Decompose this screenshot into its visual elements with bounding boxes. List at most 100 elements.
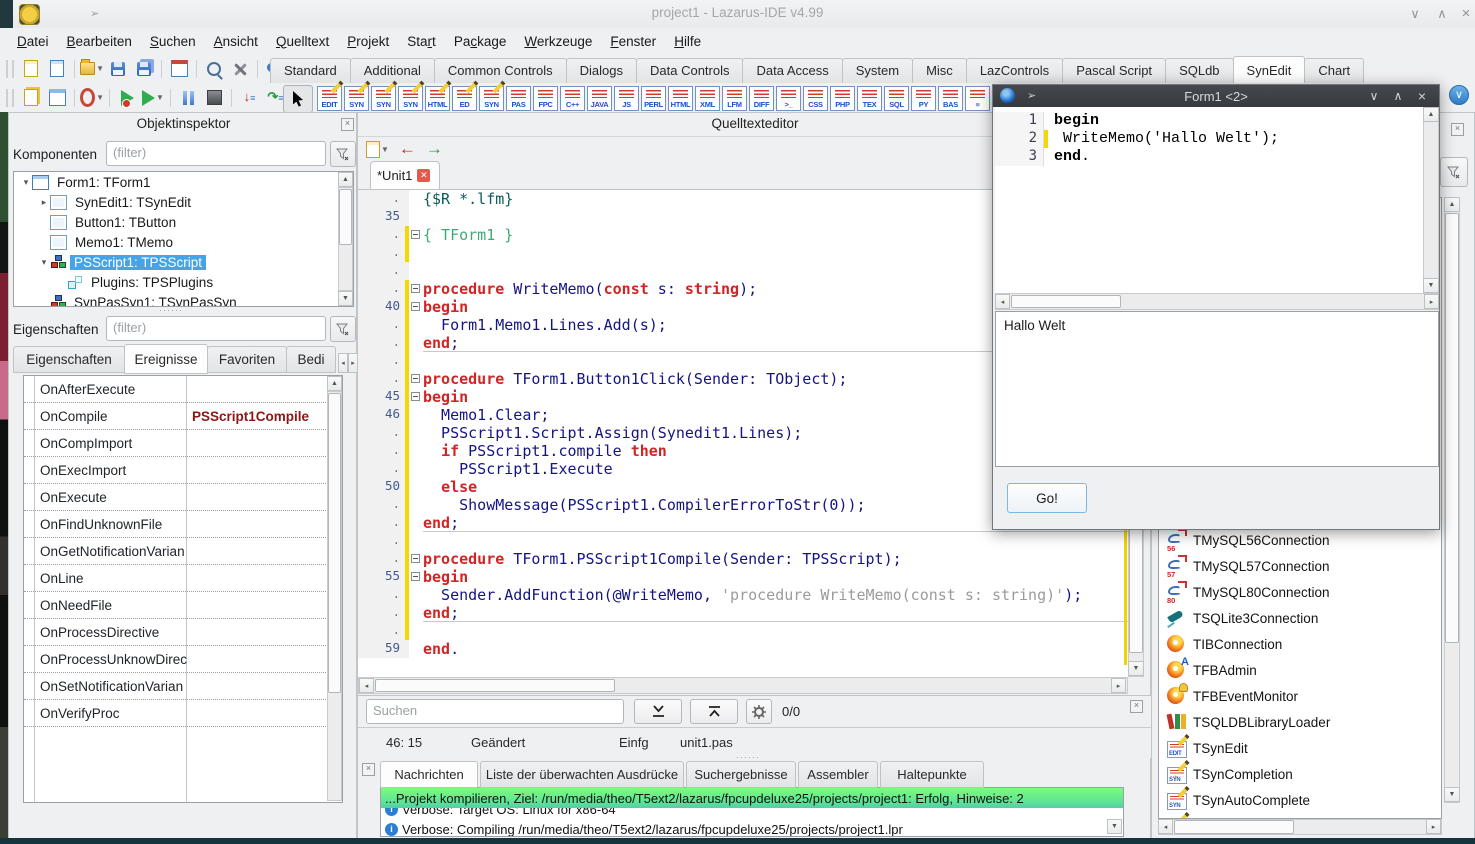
fold-column[interactable] <box>409 298 423 316</box>
tabs-scroll-left-icon[interactable]: ◂ <box>338 353 348 373</box>
fold-column[interactable] <box>409 532 423 550</box>
show-units-icon[interactable] <box>19 86 43 110</box>
event-row-onafterexecute[interactable]: OnAfterExecute <box>24 376 342 403</box>
pause-icon[interactable] <box>176 86 200 110</box>
form1-synedit[interactable]: 1begin2 WriteMemo('Hallo Welt');3end. <box>995 107 1423 293</box>
event-row-onfindunknownfile[interactable]: OnFindUnknownFile <box>24 511 342 538</box>
syn-component-button[interactable]: SYN <box>344 86 369 111</box>
fold-column[interactable] <box>409 262 423 280</box>
form1-ed-scroll-down-icon[interactable]: ▼ <box>1423 278 1439 293</box>
tree-expand-icon[interactable]: ▸ <box>38 197 50 208</box>
minimize-button[interactable]: ∨ <box>1405 4 1425 24</box>
fold-column[interactable] <box>409 442 423 460</box>
menu-werkzeuge[interactable]: Werkzeuge <box>515 32 601 51</box>
fold-column[interactable] <box>409 352 423 370</box>
highlighter-button-sql[interactable]: SQL <box>884 86 909 111</box>
save-icon[interactable] <box>106 57 130 81</box>
event-row-onprocessdirective[interactable]: OnProcessDirective <box>24 619 342 646</box>
component-item-tsyncompletion[interactable]: SYN↑TSynCompletion <box>1167 762 1293 786</box>
jump-history-dropdown-icon[interactable]: ▼ <box>381 145 389 154</box>
highlighter-button-html[interactable]: HTML <box>668 86 693 111</box>
components-filter-input[interactable]: (filter) <box>106 141 326 166</box>
component-list-close-icon[interactable]: × <box>1451 123 1464 136</box>
show-forms-icon[interactable] <box>45 86 69 110</box>
component-list-filter-icon[interactable] <box>1440 157 1468 187</box>
tree-item-synedit1[interactable]: ▸SynEdit1: TSynEdit <box>14 192 353 212</box>
inspector-close-icon[interactable]: × <box>341 118 354 131</box>
tree-item-synpassyn1[interactable]: SynPasSyn1: TSynPasSyn <box>14 292 353 307</box>
component-item-tfbadmin[interactable]: ATFBAdmin <box>1167 658 1257 682</box>
component-item-tsynautocomplete[interactable]: SYNTSynAutoComplete <box>1167 788 1310 812</box>
find-next-button[interactable] <box>634 699 682 724</box>
go-button[interactable]: Go! <box>1007 483 1087 513</box>
tree-item-button1[interactable]: Button1: TButton <box>14 212 353 232</box>
events-scrollbar[interactable] <box>328 393 341 693</box>
menu-quelltext[interactable]: Quelltext <box>267 32 338 51</box>
form1-title-bar[interactable]: ➢ Form1 <2> ∨ ∧ × <box>993 85 1439 107</box>
highlighter-button-css[interactable]: CSS <box>803 86 828 111</box>
palette-tab-misc[interactable]: Misc <box>912 58 967 83</box>
event-row-ongetnotificationvarian[interactable]: OnGetNotificationVarian <box>24 538 342 565</box>
editor-scroll-down-icon[interactable]: ▼ <box>1128 661 1144 676</box>
event-row-oncompimport[interactable]: OnCompImport <box>24 430 342 457</box>
complist-scroll-left-icon[interactable]: ◂ <box>1158 819 1173 834</box>
fold-collapse-icon[interactable] <box>411 230 420 239</box>
highlighter-button-py[interactable]: PY <box>911 86 936 111</box>
palette-overflow-button[interactable]: ∨ <box>1449 85 1469 105</box>
fold-column[interactable] <box>409 388 423 406</box>
form1-memo[interactable]: Hallo Welt <box>995 311 1439 467</box>
palette-tab-common-controls[interactable]: Common Controls <box>434 58 567 83</box>
event-row-onsetnotificationvarian[interactable]: OnSetNotificationVarian <box>24 673 342 700</box>
fold-column[interactable] <box>409 370 423 388</box>
highlighter-button-c[interactable]: C++ <box>560 86 585 111</box>
syn-component-button[interactable]: SYN <box>371 86 396 111</box>
palette-tab-data-access[interactable]: Data Access <box>742 58 842 83</box>
tree-item-memo1[interactable]: Memo1: TMemo <box>14 232 353 252</box>
palette-tab-data-controls[interactable]: Data Controls <box>636 58 743 83</box>
properties-filter-input[interactable]: (filter) <box>106 316 326 341</box>
tree-expand-icon[interactable]: ▾ <box>38 257 50 268</box>
fold-collapse-icon[interactable] <box>411 374 420 383</box>
component-item-tmysql56connection[interactable]: 56TMySQL56Connection <box>1167 528 1330 552</box>
complist-hscrollbar[interactable] <box>1174 820 1294 834</box>
fold-column[interactable] <box>409 550 423 568</box>
palette-tab-pascal-script[interactable]: Pascal Script <box>1062 58 1166 83</box>
highlighter-button-perl[interactable]: PERL <box>641 86 666 111</box>
tree-item-form1[interactable]: ▾Form1: TForm1 <box>14 172 353 192</box>
tree-scroll-down-icon[interactable]: ▼ <box>338 291 353 306</box>
highlighter-button-bas[interactable]: BAS <box>938 86 963 111</box>
highlighter-button-tex[interactable]: TEX <box>857 86 882 111</box>
highlighter-button-[interactable]: >_ <box>776 86 801 111</box>
navigate-back-icon[interactable]: ← <box>399 139 416 159</box>
fold-collapse-icon[interactable] <box>411 572 420 581</box>
message-row-success[interactable]: ...Projekt kompilieren, Ziel: /run/media… <box>381 788 1123 808</box>
complist-scroll-up-icon[interactable]: ▲ <box>1444 197 1460 212</box>
code-line[interactable]: .procedure TForm1.PSScript1Compile(Sende… <box>358 550 1128 568</box>
maximize-button[interactable]: ∧ <box>1432 4 1452 24</box>
component-item-tsynedit[interactable]: EDITTSynEdit <box>1167 736 1248 760</box>
syn-component-button[interactable]: ED <box>452 86 477 111</box>
editor-scroll-right-icon[interactable]: ▸ <box>1111 678 1126 693</box>
tab-close-icon[interactable]: ✕ <box>417 169 430 182</box>
component-item-tsqlite3connection[interactable]: TSQLite3Connection <box>1167 606 1318 630</box>
component-item-tmysql80connection[interactable]: 80TMySQL80Connection <box>1167 580 1330 604</box>
component-item-tfbeventmonitor[interactable]: TFBEventMonitor <box>1167 684 1298 708</box>
fold-column[interactable] <box>409 514 423 532</box>
menu-start[interactable]: Start <box>398 32 445 51</box>
tab-unit1[interactable]: *Unit1 ✕ <box>370 161 440 189</box>
find-previous-button[interactable] <box>690 699 738 724</box>
jump-history-icon[interactable] <box>366 141 380 158</box>
menu-package[interactable]: Package <box>445 32 516 51</box>
tree-expand-icon[interactable]: ▾ <box>20 177 32 188</box>
event-row-onverifyproc[interactable]: OnVerifyProc <box>24 700 342 727</box>
fold-collapse-icon[interactable] <box>411 284 420 293</box>
fold-column[interactable] <box>409 316 423 334</box>
menu-projekt[interactable]: Projekt <box>338 32 398 51</box>
messages-tab-nachrichten[interactable]: Nachrichten <box>380 761 478 788</box>
fold-column[interactable] <box>409 604 423 622</box>
event-row-online[interactable]: OnLine <box>24 565 342 592</box>
menu-hilfe[interactable]: Hilfe <box>665 32 710 51</box>
highlighter-button-lfm[interactable]: LFM <box>722 86 747 111</box>
event-row-onprocessunknowdirec[interactable]: OnProcessUnknowDirec <box>24 646 342 673</box>
property-tab-ereignisse[interactable]: Ereignisse <box>124 344 208 374</box>
